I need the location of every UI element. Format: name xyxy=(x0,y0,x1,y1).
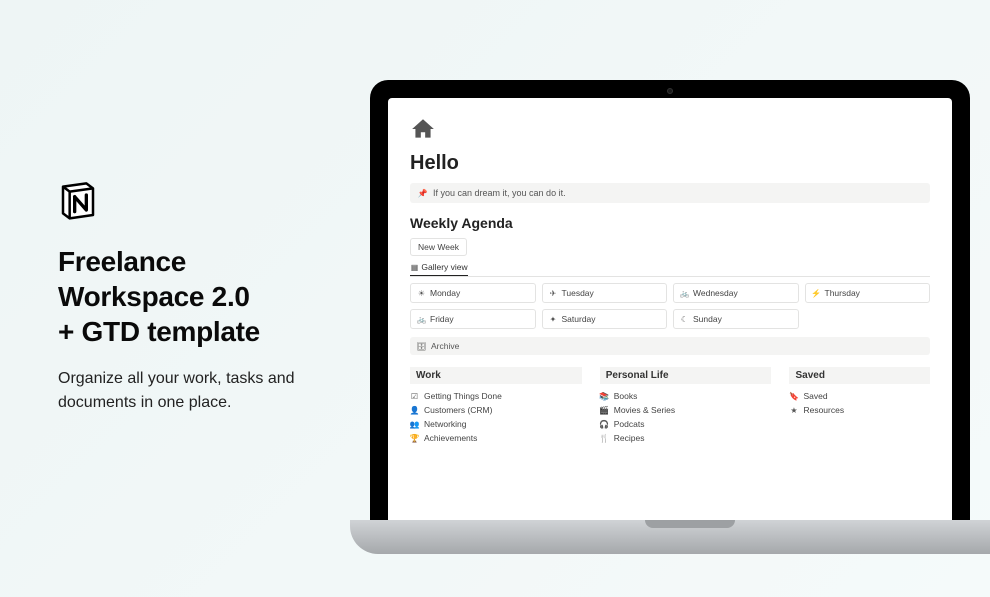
day-card-thursday[interactable]: ⚡Thursday xyxy=(805,283,931,303)
link-customers[interactable]: 👤Customers (CRM) xyxy=(410,403,582,417)
link-recipes[interactable]: 🍴Recipes xyxy=(600,431,772,445)
day-card-wednesday[interactable]: 🚲Wednesday xyxy=(673,283,799,303)
promo-panel: Freelance Workspace 2.0 + GTD template O… xyxy=(58,180,348,415)
link-networking[interactable]: 👥Networking xyxy=(410,417,582,431)
headphones-icon: 🎧 xyxy=(600,420,609,429)
view-tabs: ▦ Gallery view xyxy=(410,262,930,277)
page-title: Hello xyxy=(410,152,930,175)
day-card-monday[interactable]: ☀Monday xyxy=(410,283,536,303)
bike-icon: 🚲 xyxy=(680,289,689,298)
link-gtd[interactable]: ☑Getting Things Done xyxy=(410,389,582,403)
notion-logo-icon xyxy=(58,180,98,220)
promo-subtitle: Organize all your work, tasks and docume… xyxy=(58,367,348,415)
tab-gallery-view[interactable]: ▦ Gallery view xyxy=(410,262,468,276)
link-movies[interactable]: 🎬Movies & Series xyxy=(600,403,772,417)
link-achievements[interactable]: 🏆Achievements xyxy=(410,431,582,445)
quote-callout[interactable]: 📌 If you can dream it, you can do it. xyxy=(410,183,930,203)
link-resources[interactable]: ★Resources xyxy=(789,403,930,417)
fork-knife-icon: 🍴 xyxy=(600,434,609,443)
link-books[interactable]: 📚Books xyxy=(600,389,772,403)
day-card-friday[interactable]: 🚲Friday xyxy=(410,309,536,329)
pin-icon: 📌 xyxy=(418,189,427,198)
link-saved[interactable]: 🔖Saved xyxy=(789,389,930,403)
moon-icon: ☾ xyxy=(680,315,689,324)
clapper-icon: 🎬 xyxy=(600,406,609,415)
person-icon: 👤 xyxy=(410,406,419,415)
home-icon xyxy=(410,116,436,142)
sparkle-icon: ✦ xyxy=(549,315,558,324)
bookmark-icon: 🔖 xyxy=(789,392,798,401)
link-podcasts[interactable]: 🎧Podcats xyxy=(600,417,772,431)
archive-icon: 🗄 xyxy=(417,342,426,351)
laptop-mockup: Hello 📌 If you can dream it, you can do … xyxy=(350,80,990,560)
weekly-agenda-heading: Weekly Agenda xyxy=(410,215,930,231)
people-icon: 👥 xyxy=(410,420,419,429)
new-week-button[interactable]: New Week xyxy=(410,238,467,256)
day-card-tuesday[interactable]: ✈Tuesday xyxy=(542,283,668,303)
quote-text: If you can dream it, you can do it. xyxy=(433,188,566,198)
day-card-sunday[interactable]: ☾Sunday xyxy=(673,309,799,329)
promo-title: Freelance Workspace 2.0 + GTD template xyxy=(58,244,348,349)
check-icon: ☑ xyxy=(410,392,419,401)
bike-icon: 🚲 xyxy=(417,315,426,324)
column-work: Work ☑Getting Things Done 👤Customers (CR… xyxy=(410,367,582,445)
plane-icon: ✈ xyxy=(549,289,558,298)
trophy-icon: 🏆 xyxy=(410,434,419,443)
day-card-saturday[interactable]: ✦Saturday xyxy=(542,309,668,329)
column-work-heading: Work xyxy=(410,367,582,384)
archive-link[interactable]: 🗄 Archive xyxy=(410,337,930,355)
star-icon: ★ xyxy=(789,406,798,415)
bolt-icon: ⚡ xyxy=(812,289,821,298)
laptop-base xyxy=(350,520,990,554)
column-saved-heading: Saved xyxy=(789,367,930,384)
camera-dot xyxy=(667,88,673,94)
books-icon: 📚 xyxy=(600,392,609,401)
column-personal-heading: Personal Life xyxy=(600,367,772,384)
app-screen: Hello 📌 If you can dream it, you can do … xyxy=(388,98,952,520)
column-saved: Saved 🔖Saved ★Resources xyxy=(789,367,930,445)
gallery-icon: ▦ xyxy=(410,263,419,272)
sun-icon: ☀ xyxy=(417,289,426,298)
column-personal: Personal Life 📚Books 🎬Movies & Series 🎧P… xyxy=(600,367,772,445)
